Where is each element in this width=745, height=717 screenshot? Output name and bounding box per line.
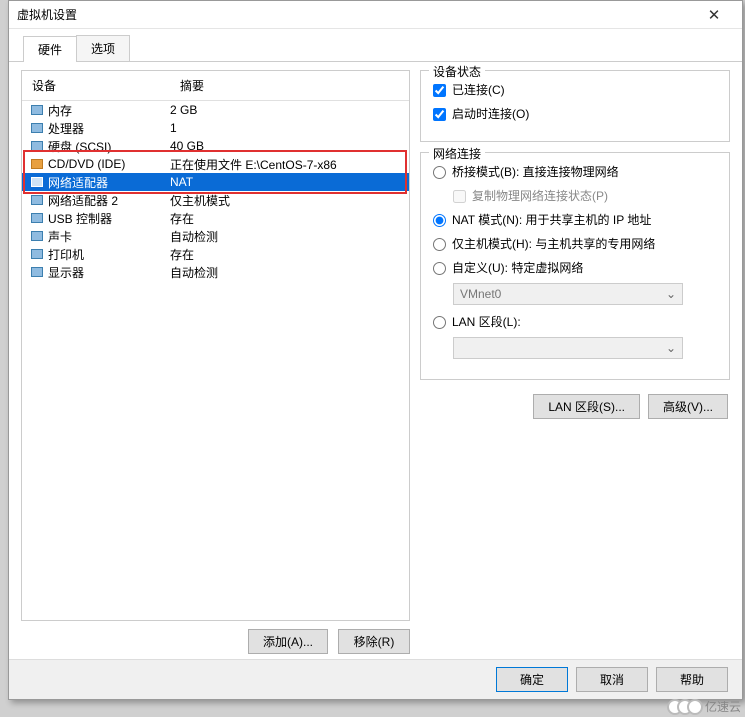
device-row-sound[interactable]: 声卡 自动检测 <box>22 227 409 245</box>
device-row-cd[interactable]: CD/DVD (IDE) 正在使用文件 E:\CentOS-7-x86 <box>22 155 409 173</box>
device-row-usb[interactable]: USB 控制器 存在 <box>22 209 409 227</box>
custom-radio[interactable] <box>433 262 446 275</box>
lan-segments-button[interactable]: LAN 区段(S)... <box>533 394 640 419</box>
watermark: 亿速云 <box>673 698 741 715</box>
printer-icon <box>28 249 46 259</box>
device-row-display[interactable]: 显示器 自动检测 <box>22 263 409 281</box>
nic-icon <box>28 177 46 187</box>
device-row-memory[interactable]: 内存 2 GB <box>22 101 409 119</box>
watermark-icon <box>673 699 703 715</box>
vmnet-combo: VMnet0 <box>453 283 683 305</box>
left-panel: 设备 摘要 内存 2 GB 处理器 1 <box>21 70 410 654</box>
col-header-device[interactable]: 设备 <box>22 71 170 100</box>
close-icon[interactable]: ✕ <box>694 6 734 24</box>
device-status-group: 设备状态 已连接(C) 启动时连接(O) <box>420 70 730 142</box>
ok-button[interactable]: 确定 <box>496 667 568 692</box>
host-radio-row[interactable]: 仅主机模式(H): 与主机共享的专用网络 <box>433 235 717 253</box>
lan-radio-row[interactable]: LAN 区段(L): <box>433 313 717 331</box>
remove-button[interactable]: 移除(R) <box>338 629 410 654</box>
replicate-checkbox <box>453 190 466 203</box>
right-panel-buttons: LAN 区段(S)... 高级(V)... <box>420 390 730 423</box>
add-button[interactable]: 添加(A)... <box>248 629 328 654</box>
bottom-bar: 确定 取消 帮助 <box>9 659 742 699</box>
device-row-printer[interactable]: 打印机 存在 <box>22 245 409 263</box>
left-button-row: 添加(A)... 移除(R) <box>21 621 410 654</box>
usb-icon <box>28 213 46 223</box>
cpu-icon <box>28 123 46 133</box>
disk-icon <box>28 141 46 151</box>
cancel-button[interactable]: 取消 <box>576 667 648 692</box>
tab-strip: 硬件 选项 <box>9 29 742 62</box>
replicate-row: 复制物理网络连接状态(P) <box>453 187 717 205</box>
help-button[interactable]: 帮助 <box>656 667 728 692</box>
col-header-summary[interactable]: 摘要 <box>170 71 409 100</box>
device-row-disk[interactable]: 硬盘 (SCSI) 40 GB <box>22 137 409 155</box>
network-connection-group: 网络连接 桥接模式(B): 直接连接物理网络 复制物理网络连接状态(P) NAT… <box>420 152 730 380</box>
bridge-radio-row[interactable]: 桥接模式(B): 直接连接物理网络 <box>433 163 717 181</box>
connect-on-power-row[interactable]: 启动时连接(O) <box>433 105 717 123</box>
tab-hardware[interactable]: 硬件 <box>23 36 77 62</box>
device-table: 设备 摘要 内存 2 GB 处理器 1 <box>21 70 410 621</box>
device-row-nic1[interactable]: 网络适配器 NAT <box>22 173 409 191</box>
device-row-nic2[interactable]: 网络适配器 2 仅主机模式 <box>22 191 409 209</box>
lan-radio[interactable] <box>433 316 446 329</box>
device-header: 设备 摘要 <box>22 71 409 101</box>
nic-icon <box>28 195 46 205</box>
device-rows: 内存 2 GB 处理器 1 硬盘 (SCSI) 40 GB <box>22 101 409 281</box>
net-legend: 网络连接 <box>429 145 485 162</box>
status-legend: 设备状态 <box>429 63 485 80</box>
titlebar[interactable]: 虚拟机设置 ✕ <box>9 1 742 29</box>
connected-checkbox[interactable] <box>433 84 446 97</box>
content-area: 设备 摘要 内存 2 GB 处理器 1 <box>9 62 742 704</box>
display-icon <box>28 267 46 277</box>
nat-radio[interactable] <box>433 214 446 227</box>
connect-on-power-checkbox[interactable] <box>433 108 446 121</box>
nat-radio-row[interactable]: NAT 模式(N): 用于共享主机的 IP 地址 <box>433 211 717 229</box>
memory-icon <box>28 105 46 115</box>
cd-icon <box>28 159 46 169</box>
advanced-button[interactable]: 高级(V)... <box>648 394 728 419</box>
host-radio[interactable] <box>433 238 446 251</box>
custom-radio-row[interactable]: 自定义(U): 特定虚拟网络 <box>433 259 717 277</box>
device-row-cpu[interactable]: 处理器 1 <box>22 119 409 137</box>
lan-combo <box>453 337 683 359</box>
vm-settings-dialog: 虚拟机设置 ✕ 硬件 选项 设备 摘要 内存 2 GB <box>8 0 743 700</box>
connected-checkbox-row[interactable]: 已连接(C) <box>433 81 717 99</box>
right-panel: 设备状态 已连接(C) 启动时连接(O) 网络连接 桥接模式(B): 直接连接物… <box>420 70 730 654</box>
sound-icon <box>28 231 46 241</box>
bridge-radio[interactable] <box>433 166 446 179</box>
window-title: 虚拟机设置 <box>17 6 694 23</box>
tab-options[interactable]: 选项 <box>76 35 130 61</box>
